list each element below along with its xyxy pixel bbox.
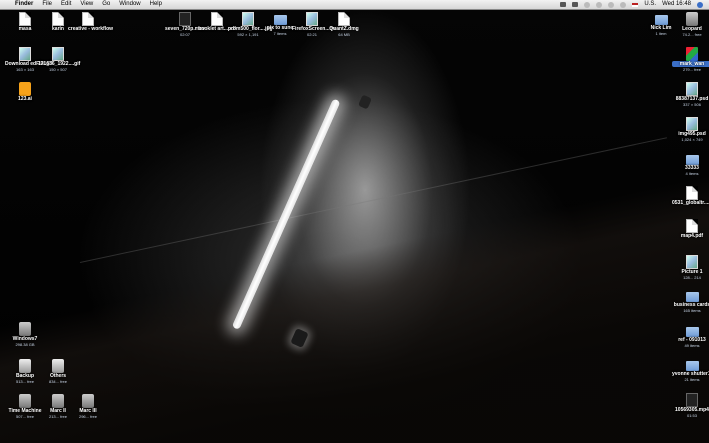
status-battery-icon[interactable] bbox=[572, 2, 579, 7]
doc-icon bbox=[52, 12, 64, 26]
desktop-icon-ai-123[interactable]: 123.ai bbox=[5, 82, 45, 102]
folder-icon bbox=[685, 361, 699, 371]
film-icon bbox=[179, 12, 191, 26]
menu-bar: Finder File Edit View Go Window Help U.S… bbox=[0, 0, 709, 10]
doc-icon bbox=[686, 186, 698, 200]
desktop-icon-mark-wan[interactable]: mark_wan 279... free bbox=[672, 47, 709, 72]
img-icon bbox=[242, 12, 254, 26]
desktop-icon-label: 0531_globaltr....pdf bbox=[672, 200, 709, 206]
ai-icon bbox=[19, 82, 31, 96]
desktop-icon-others[interactable]: Others 834... free bbox=[38, 359, 78, 384]
doc-icon bbox=[686, 219, 698, 233]
desktop-icon-info: 337 × 506 bbox=[683, 102, 701, 107]
desktop-icon-yvonne-shutter[interactable]: yvonne shutter1.tocc21 items bbox=[672, 358, 709, 382]
wallpaper-light-tube bbox=[231, 98, 341, 331]
desktop-icon-mp4-10569305[interactable]: 10569305.mp4 01:53 bbox=[672, 393, 709, 418]
disk-icon bbox=[82, 394, 94, 408]
headphones-icon[interactable] bbox=[584, 1, 591, 8]
desktop-icon-map4-pdf[interactable]: map4.pdf bbox=[672, 219, 709, 239]
desktop-icon-info: 02:07 bbox=[179, 32, 190, 37]
menu-go[interactable]: Go bbox=[102, 0, 110, 9]
wallpaper-tube-cap-bottom bbox=[290, 328, 309, 348]
img-icon bbox=[19, 47, 31, 61]
img-icon bbox=[52, 47, 64, 61]
desktop-icon-info: 279... free bbox=[682, 67, 701, 72]
folder-icon bbox=[654, 15, 668, 25]
desktop-icon-globaltr-pdf[interactable]: 0531_globaltr....pdf bbox=[672, 186, 709, 206]
desktop-icon-info: 21 items bbox=[684, 377, 700, 382]
dmg-icon bbox=[19, 359, 31, 373]
folder-icon bbox=[273, 15, 287, 25]
disk-icon bbox=[686, 12, 698, 26]
volume-icon[interactable] bbox=[620, 1, 627, 8]
desktop-icon-leopard[interactable]: Leopard 74.2... free bbox=[672, 12, 709, 37]
img-icon bbox=[686, 117, 698, 131]
desktop-icon-info: 4 items bbox=[685, 171, 699, 176]
desktop-icon-windows7[interactable]: Windows7 298.38 GB bbox=[5, 322, 45, 347]
film-icon bbox=[686, 393, 698, 407]
desktop-icon-folder-33333[interactable]: 33333 4 items bbox=[672, 152, 709, 176]
menu-help[interactable]: Help bbox=[150, 0, 162, 9]
desktop-icon-label: creative - workflow bbox=[68, 26, 114, 32]
desktop-icon-quantz-dmg[interactable]: QuantZ.dmg 64 MB bbox=[324, 12, 364, 37]
wallpaper-floor bbox=[0, 0, 709, 443]
dmg-icon bbox=[52, 359, 64, 373]
spotlight-icon[interactable] bbox=[697, 1, 703, 8]
disk-icon bbox=[19, 394, 31, 408]
cube-icon bbox=[686, 47, 698, 61]
img-icon bbox=[306, 12, 318, 26]
desktop-icon-info: 49 items bbox=[684, 343, 700, 348]
desktop-icon-label: map4.pdf bbox=[680, 233, 704, 239]
menu-edit[interactable]: Edit bbox=[61, 0, 71, 9]
doc-icon bbox=[338, 12, 350, 26]
desktop-icon-gif-171636[interactable]: 171636_1922....gif 150 × 507 bbox=[38, 47, 80, 72]
menu-clock[interactable]: Wed 16:48 bbox=[662, 0, 691, 9]
menu-window[interactable]: Window bbox=[119, 0, 140, 9]
desktop-icon-info: 01:53 bbox=[686, 413, 697, 418]
wallpaper-edge bbox=[79, 137, 667, 263]
folder-icon bbox=[685, 155, 699, 165]
desktop-icon-info: 296... free bbox=[78, 414, 97, 419]
desktop-icon-info: 74.2... free bbox=[682, 32, 702, 37]
desktop-icon-ref-091013[interactable]: ref - 091013 49 items bbox=[672, 324, 709, 348]
desktop-icon-picture-1[interactable]: Picture 1 128... 214 bbox=[672, 255, 709, 280]
folder-icon bbox=[685, 292, 699, 302]
doc-icon bbox=[211, 12, 223, 26]
desktop-icon-psd-88387137[interactable]: 88387137.psd 337 × 506 bbox=[672, 82, 709, 107]
desktop-icon-info: 150 × 507 bbox=[49, 67, 67, 72]
disk-icon bbox=[19, 322, 31, 336]
desktop-icon-creative-workflow[interactable]: creative - workflow bbox=[68, 12, 114, 32]
wifi-icon[interactable] bbox=[608, 1, 615, 8]
desktop-icon-info: 1,024 × 749 bbox=[681, 137, 703, 142]
input-source-label[interactable]: U.S. bbox=[644, 0, 656, 9]
input-source-flag-icon[interactable] bbox=[632, 2, 639, 7]
menu-finder[interactable]: Finder bbox=[15, 0, 33, 9]
desktop-icon-info: 64 MB bbox=[338, 32, 350, 37]
menu-file[interactable]: File bbox=[42, 0, 52, 9]
wallpaper-tube-cap-top bbox=[357, 94, 373, 110]
desktop-icon-business-cards[interactable]: business cards 165 items bbox=[672, 289, 709, 313]
status-menu-icon[interactable] bbox=[560, 2, 567, 7]
bluetooth-icon[interactable] bbox=[596, 1, 603, 8]
desktop-icon-marc-iii[interactable]: Marc III 296... free bbox=[68, 394, 108, 419]
desktop-icon-label: 123.ai bbox=[18, 96, 32, 102]
img-icon bbox=[686, 82, 698, 96]
folder-icon bbox=[685, 327, 699, 337]
menu-view[interactable]: View bbox=[80, 0, 93, 9]
desktop-icon-info: 834... free bbox=[48, 379, 67, 384]
desktop-icon-info: 128... 214 bbox=[683, 275, 701, 280]
img-icon bbox=[686, 255, 698, 269]
doc-icon bbox=[19, 12, 31, 26]
doc-icon bbox=[82, 12, 94, 26]
desktop-icon-info: 165 items bbox=[683, 308, 701, 313]
desktop-icon-info: 298.38 GB bbox=[15, 342, 35, 347]
disk-icon bbox=[52, 394, 64, 408]
desktop-icon-img495-psd[interactable]: img495.psd 1,024 × 749 bbox=[672, 117, 709, 142]
